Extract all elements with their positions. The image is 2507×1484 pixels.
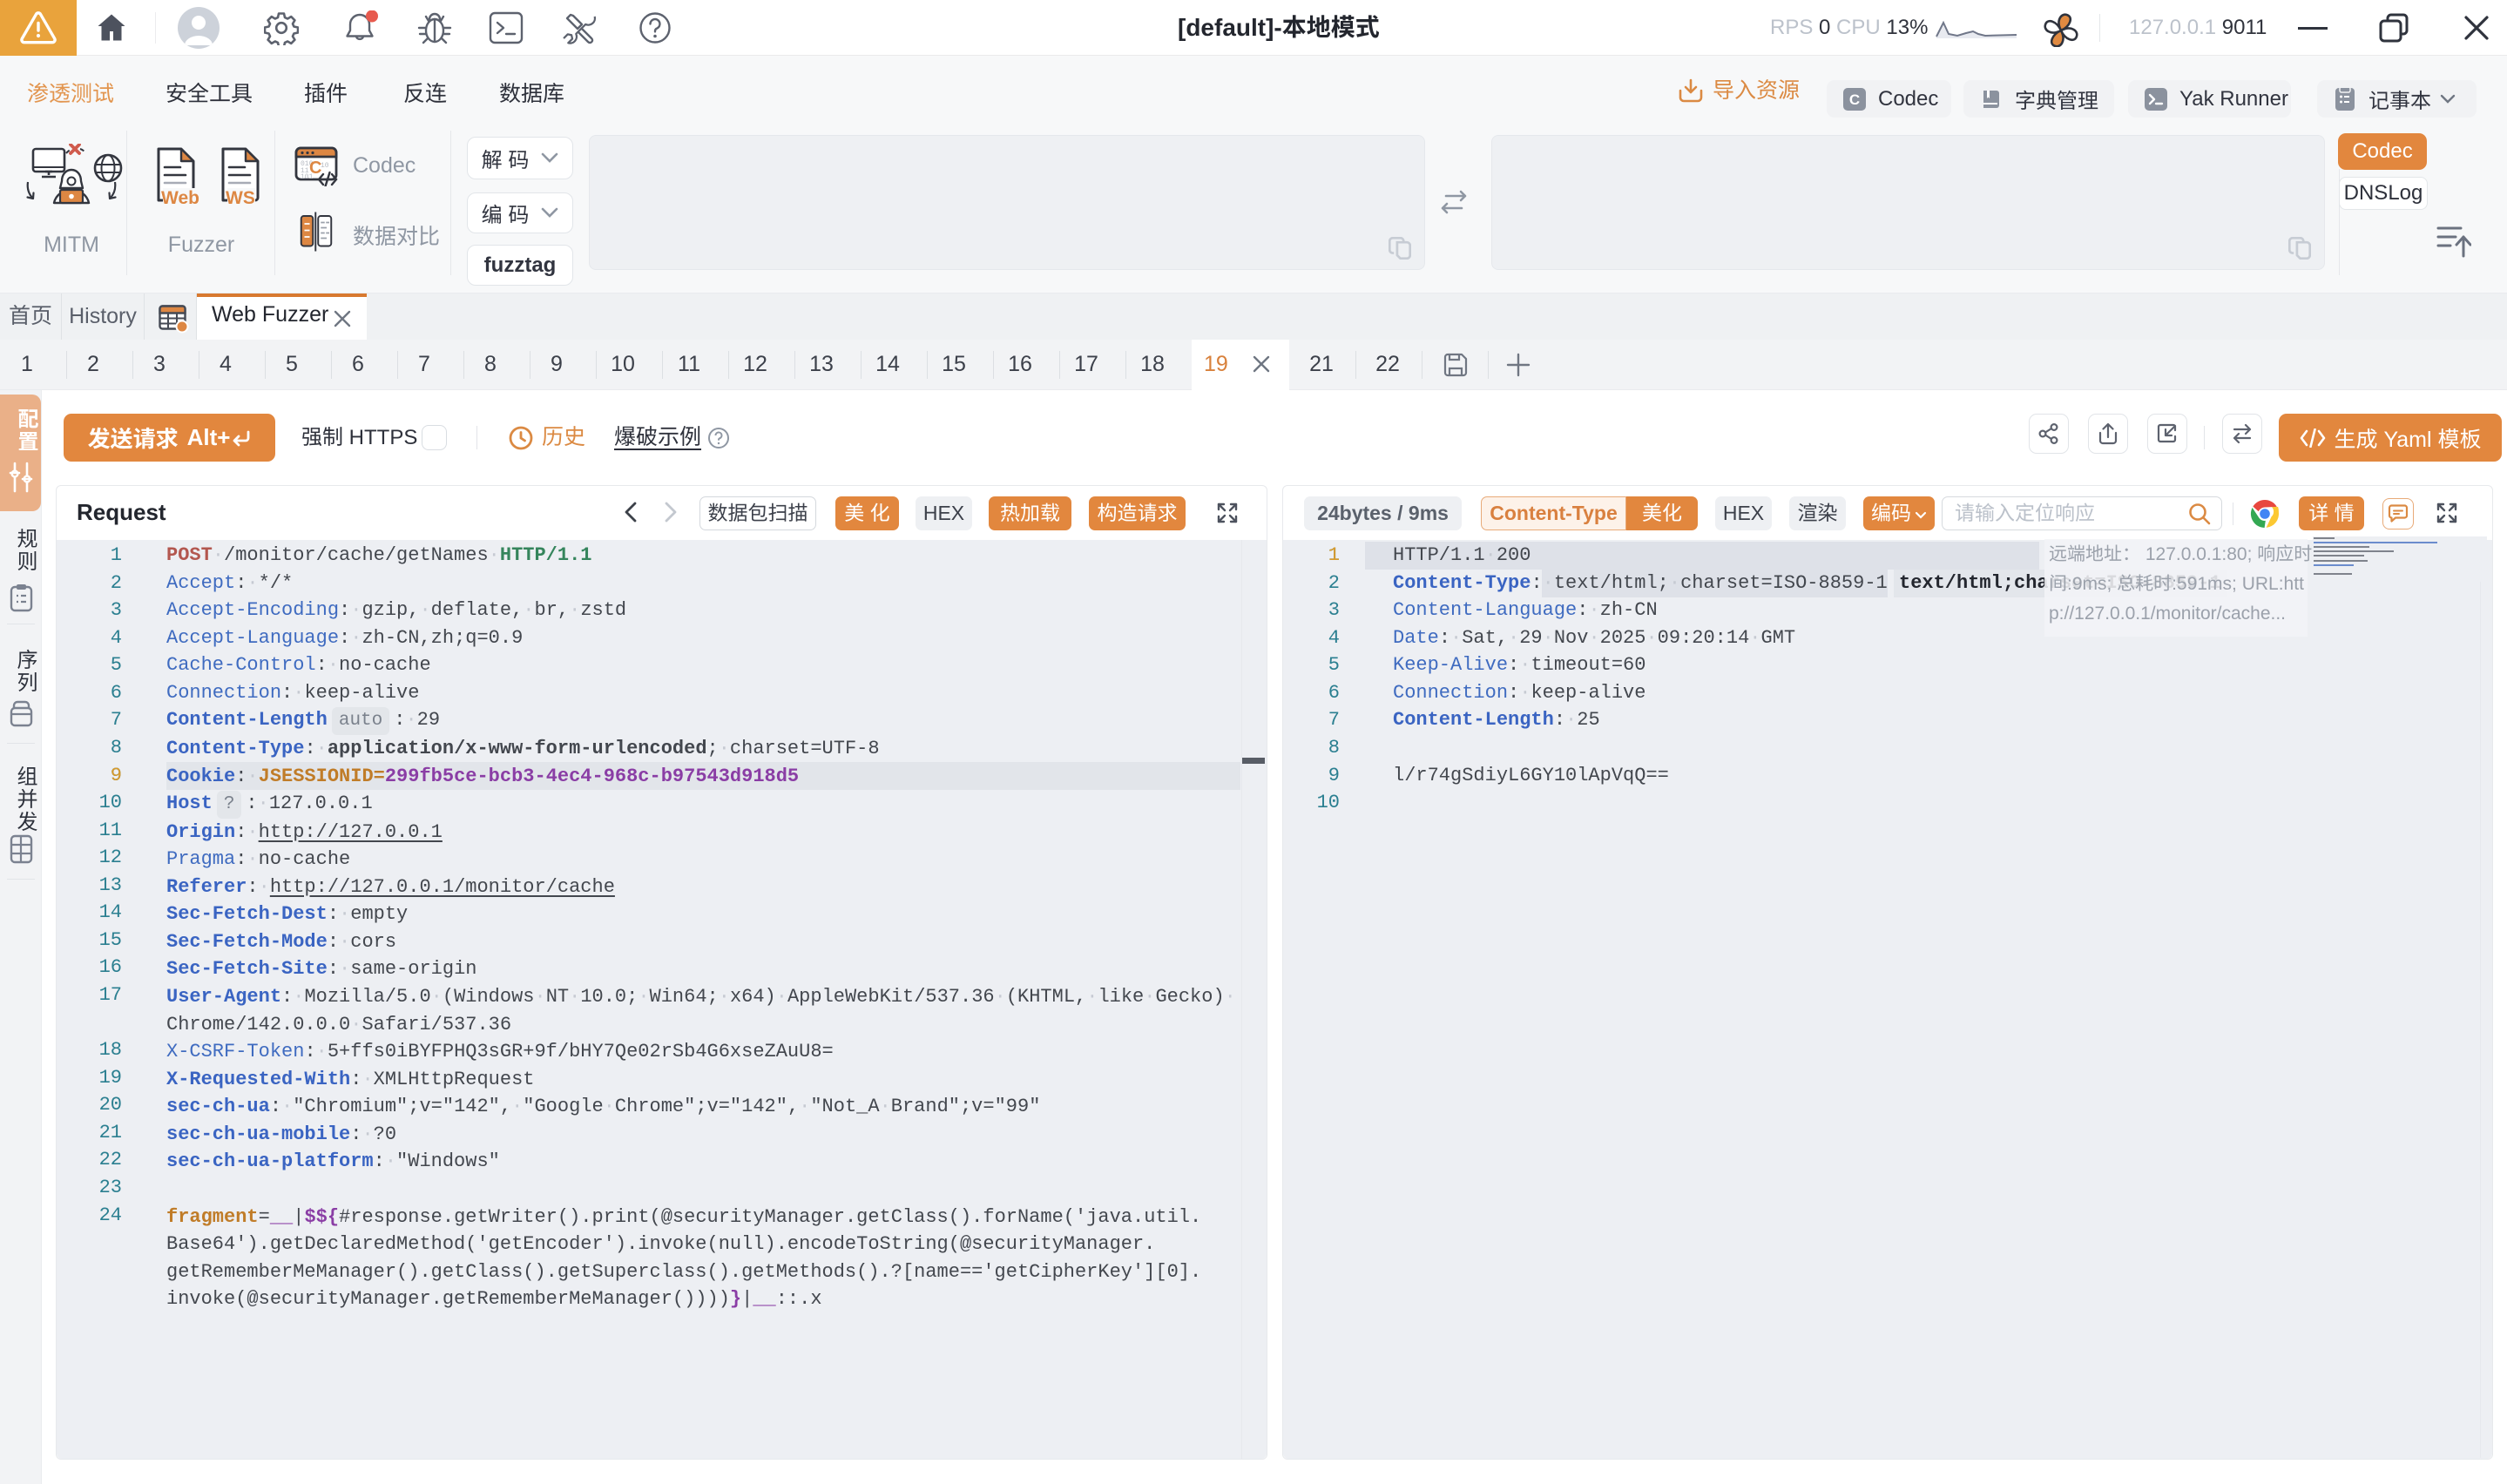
svg-text:C: C <box>309 159 321 178</box>
svg-text:WS: WS <box>226 188 255 208</box>
svg-text:C: C <box>1849 91 1860 108</box>
svg-text:10: 10 <box>321 162 329 170</box>
svg-text:Web: Web <box>161 188 199 208</box>
